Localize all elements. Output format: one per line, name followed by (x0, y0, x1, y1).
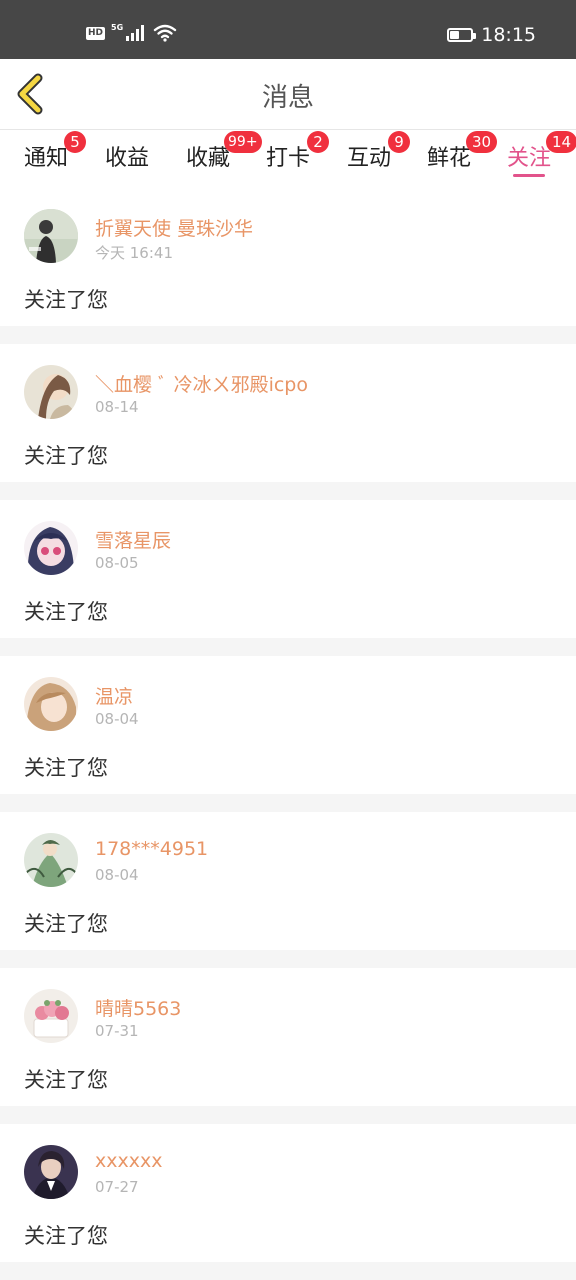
list-item[interactable]: 雪落星辰 08-05 关注了您 (0, 500, 576, 638)
message-time: 08-04 (95, 710, 139, 728)
message-list: 折翼天使 曼珠沙华 今天 16:41 关注了您 ＼血樱 ﾞ 冷冰ㄨ邪殿icpo … (0, 188, 576, 1280)
message-text: 关注了您 (24, 1224, 108, 1248)
divider (0, 1106, 576, 1124)
wifi-icon (153, 24, 177, 42)
tab-label: 收藏 (185, 146, 230, 171)
network-type: 5G (111, 22, 124, 32)
tab-earnings[interactable]: 收益 (95, 140, 159, 172)
message-text: 关注了您 (24, 444, 108, 468)
status-right: 18:15 (447, 24, 536, 46)
tab-label: 通知 (23, 146, 68, 171)
signal-icon (126, 25, 145, 41)
app-header: 消息 (0, 59, 576, 130)
avatar[interactable] (24, 209, 78, 263)
list-item[interactable]: 晴晴5563 07-31 关注了您 (0, 968, 576, 1106)
hd-icon: HD (86, 26, 106, 40)
message-time: 07-31 (95, 1022, 139, 1040)
list-item[interactable]: 温凉 08-04 关注了您 (0, 656, 576, 794)
status-left: HD 5G (86, 22, 177, 42)
message-text: 关注了您 (24, 912, 108, 936)
username[interactable]: 晴晴5563 (95, 994, 181, 1021)
avatar[interactable] (24, 365, 78, 419)
message-text: 关注了您 (24, 756, 108, 780)
list-item[interactable]: 178***4951 08-04 关注了您 (0, 812, 576, 950)
divider (0, 482, 576, 500)
divider (0, 950, 576, 968)
divider (0, 1262, 576, 1280)
message-time: 08-14 (95, 398, 139, 416)
message-time: 07-27 (95, 1178, 139, 1196)
tab-badge: 30 (466, 131, 498, 153)
tab-badge: 5 (64, 131, 86, 153)
message-text: 关注了您 (24, 288, 108, 312)
tab-bar: 通知 5 收益 收藏 99+ 打卡 2 互动 9 鲜花 30 关注 14 (0, 130, 576, 188)
tab-notifications[interactable]: 通知 5 (14, 131, 86, 172)
username[interactable]: 雪落星辰 (95, 526, 171, 553)
avatar[interactable] (24, 833, 78, 887)
tab-badge: 2 (307, 131, 329, 153)
status-bar: HD 5G 18:15 (0, 0, 576, 59)
tab-flowers[interactable]: 鲜花 30 (417, 131, 498, 172)
avatar[interactable] (24, 521, 78, 575)
username[interactable]: 温凉 (95, 682, 133, 709)
battery-icon (447, 28, 477, 42)
list-item[interactable]: ＼血樱 ﾞ 冷冰ㄨ邪殿icpo 08-14 关注了您 (0, 344, 576, 482)
divider (0, 794, 576, 812)
tab-label: 关注 (506, 146, 551, 171)
avatar[interactable] (24, 677, 78, 731)
message-time: 08-04 (95, 866, 139, 884)
battery-level (450, 31, 460, 39)
divider (0, 326, 576, 344)
tab-badge: 14 (546, 131, 576, 153)
tab-favorites[interactable]: 收藏 99+ (176, 131, 262, 172)
divider (0, 638, 576, 656)
tab-badge: 9 (388, 131, 410, 153)
username[interactable]: ＼血樱 ﾞ 冷冰ㄨ邪殿icpo (95, 370, 308, 397)
active-tab-indicator (513, 174, 545, 177)
tab-follows[interactable]: 关注 14 (497, 131, 576, 177)
tab-label: 互动 (346, 146, 391, 171)
message-time: 今天 16:41 (95, 244, 173, 262)
tab-label: 收益 (104, 146, 149, 171)
tab-interactions[interactable]: 互动 9 (337, 131, 410, 172)
message-time: 08-05 (95, 554, 139, 572)
status-time: 18:15 (481, 24, 536, 46)
message-text: 关注了您 (24, 1068, 108, 1092)
avatar[interactable] (24, 989, 78, 1043)
avatar[interactable] (24, 1145, 78, 1199)
tab-checkin[interactable]: 打卡 2 (256, 131, 329, 172)
list-item[interactable]: xxxxxx 07-27 关注了您 (0, 1124, 576, 1262)
tab-label: 打卡 (265, 146, 310, 171)
tab-label: 鲜花 (426, 146, 471, 171)
username[interactable]: 折翼天使 曼珠沙华 (95, 214, 253, 241)
username[interactable]: xxxxxx (95, 1150, 162, 1172)
list-item[interactable]: 折翼天使 曼珠沙华 今天 16:41 关注了您 (0, 188, 576, 326)
username[interactable]: 178***4951 (95, 838, 208, 860)
message-text: 关注了您 (24, 600, 108, 624)
page-title: 消息 (261, 83, 314, 113)
